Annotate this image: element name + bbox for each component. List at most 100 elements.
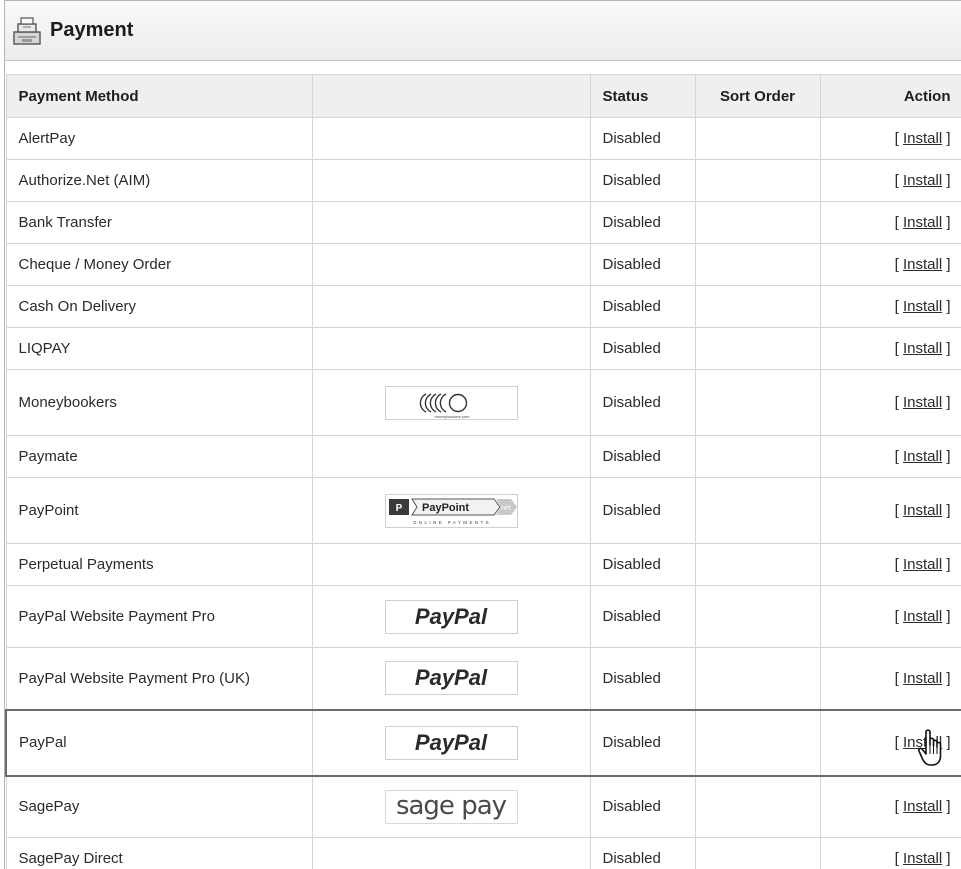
paypal-logo: PayPal <box>384 725 518 760</box>
bracket-close: ] <box>942 556 951 573</box>
action-cell: [ Install ] <box>819 117 961 160</box>
bracket-open: [ <box>894 850 903 867</box>
payment-method-logo-cell <box>311 243 591 286</box>
bracket-close: ] <box>942 172 951 189</box>
bracket-open: [ <box>894 556 903 573</box>
action-cell: [ Install ] <box>819 243 961 286</box>
install-link[interactable]: Install <box>903 214 942 231</box>
install-link[interactable]: Install <box>903 502 942 519</box>
status-cell: Disabled <box>589 708 696 777</box>
payment-method-name: SagePay <box>5 775 313 838</box>
payment-method-name: PayPal Website Payment Pro (UK) <box>5 647 313 710</box>
column-header-payment-method[interactable]: Payment Method <box>5 74 313 118</box>
sort-order-cell <box>694 775 821 838</box>
table-row: PayPoint P PayPoint net ONLINE PAYMENTS Disab… <box>5 477 961 544</box>
status-cell: Disabled <box>589 775 696 838</box>
sort-order-cell <box>694 543 821 586</box>
bracket-close: ] <box>942 669 951 687</box>
install-link[interactable]: Install <box>903 850 942 867</box>
bracket-close: ] <box>942 734 951 751</box>
bracket-close: ] <box>942 850 951 867</box>
table-row: Perpetual Payments Disabled [ Install ] <box>5 543 961 586</box>
install-link[interactable]: Install <box>903 172 942 189</box>
paypoint-logo-text: PayPoint <box>422 502 469 514</box>
bracket-close: ] <box>942 298 951 315</box>
payment-method-name: Authorize.Net (AIM) <box>5 159 313 202</box>
table-row: AlertPay Disabled [ Install ] <box>5 117 961 160</box>
table-row: Bank Transfer Disabled [ Install ] <box>5 201 961 244</box>
install-link[interactable]: Install <box>903 734 942 751</box>
bracket-open: [ <box>894 669 903 687</box>
status-cell: Disabled <box>589 543 696 586</box>
bracket-close: ] <box>942 608 951 625</box>
install-link[interactable]: Install <box>903 556 942 573</box>
status-cell: Disabled <box>589 369 696 436</box>
sort-order-cell <box>694 585 821 648</box>
install-link[interactable]: Install <box>903 670 942 687</box>
status-cell: Disabled <box>589 159 696 202</box>
table-header-row: Payment Method Status Sort Order Action <box>5 74 961 118</box>
column-header-logo <box>311 74 591 118</box>
bracket-open: [ <box>894 448 903 465</box>
paypal-logo: PayPal <box>384 661 518 696</box>
action-cell: [ Install ] <box>819 327 961 370</box>
bracket-open: [ <box>894 298 903 315</box>
install-link[interactable]: Install <box>903 394 942 411</box>
sort-order-cell <box>694 647 821 710</box>
payment-method-logo-cell <box>311 159 591 202</box>
sagepay-logo: sage pay <box>384 789 518 824</box>
table-row: SagePay sage pay Disabled [ Install ] <box>5 775 961 838</box>
bracket-open: [ <box>894 734 903 751</box>
page-title: Payment <box>50 19 134 41</box>
payment-method-name: Cheque / Money Order <box>5 243 313 286</box>
column-header-status[interactable]: Status <box>589 74 696 118</box>
status-cell: Disabled <box>589 285 696 328</box>
column-header-action: Action <box>819 74 961 118</box>
bracket-close: ] <box>942 394 951 411</box>
payment-method-name: Paymate <box>5 435 313 478</box>
action-cell: [ Install ] <box>819 477 961 544</box>
install-link[interactable]: Install <box>903 448 942 465</box>
bracket-close: ] <box>942 130 951 147</box>
table-row: SagePay Direct Disabled [ Install ] <box>5 837 961 869</box>
payment-method-logo-cell: P PayPoint net ONLINE PAYMENTS <box>311 477 591 544</box>
status-cell: Disabled <box>589 837 696 869</box>
sort-order-cell <box>694 369 821 436</box>
install-link[interactable]: Install <box>903 340 942 357</box>
payment-method-name: Perpetual Payments <box>5 543 313 586</box>
install-link[interactable]: Install <box>903 608 942 625</box>
payment-method-name: LIQPAY <box>5 327 313 370</box>
sort-order-cell <box>694 159 821 202</box>
install-link[interactable]: Install <box>903 130 942 147</box>
svg-text:P: P <box>395 503 402 514</box>
table-row: Cash On Delivery Disabled [ Install ] <box>5 285 961 328</box>
payment-method-logo-cell: PayPal <box>311 585 591 648</box>
paypoint-logo-suffix: net <box>501 505 511 512</box>
payment-method-name: PayPal <box>5 708 313 777</box>
table-row: Paymate Disabled [ Install ] <box>5 435 961 478</box>
action-cell: [ Install ] <box>819 285 961 328</box>
sort-order-cell <box>694 201 821 244</box>
bracket-close: ] <box>942 214 951 231</box>
payment-method-name: AlertPay <box>5 117 313 160</box>
action-cell: [ Install ] <box>819 775 961 838</box>
payment-method-logo-cell <box>311 435 591 478</box>
sort-order-cell <box>694 837 821 869</box>
moneybookers-logo-text: moneybookers.com <box>434 414 470 419</box>
status-cell: Disabled <box>589 327 696 370</box>
bracket-open: [ <box>894 340 903 357</box>
payment-method-logo-cell <box>311 285 591 328</box>
bracket-close: ] <box>942 798 951 816</box>
payment-method-logo-cell <box>311 543 591 586</box>
install-link[interactable]: Install <box>903 798 942 815</box>
paypal-logo: PayPal <box>384 599 518 634</box>
action-cell: [ Install ] <box>819 708 961 777</box>
install-link[interactable]: Install <box>903 298 942 315</box>
sort-order-cell <box>694 285 821 328</box>
payment-method-name: PayPoint <box>5 477 313 544</box>
bracket-open: [ <box>894 608 903 625</box>
install-link[interactable]: Install <box>903 256 942 273</box>
column-header-sort-order[interactable]: Sort Order <box>694 74 821 118</box>
payment-method-name: PayPal Website Payment Pro <box>5 585 313 648</box>
action-cell: [ Install ] <box>819 543 961 586</box>
